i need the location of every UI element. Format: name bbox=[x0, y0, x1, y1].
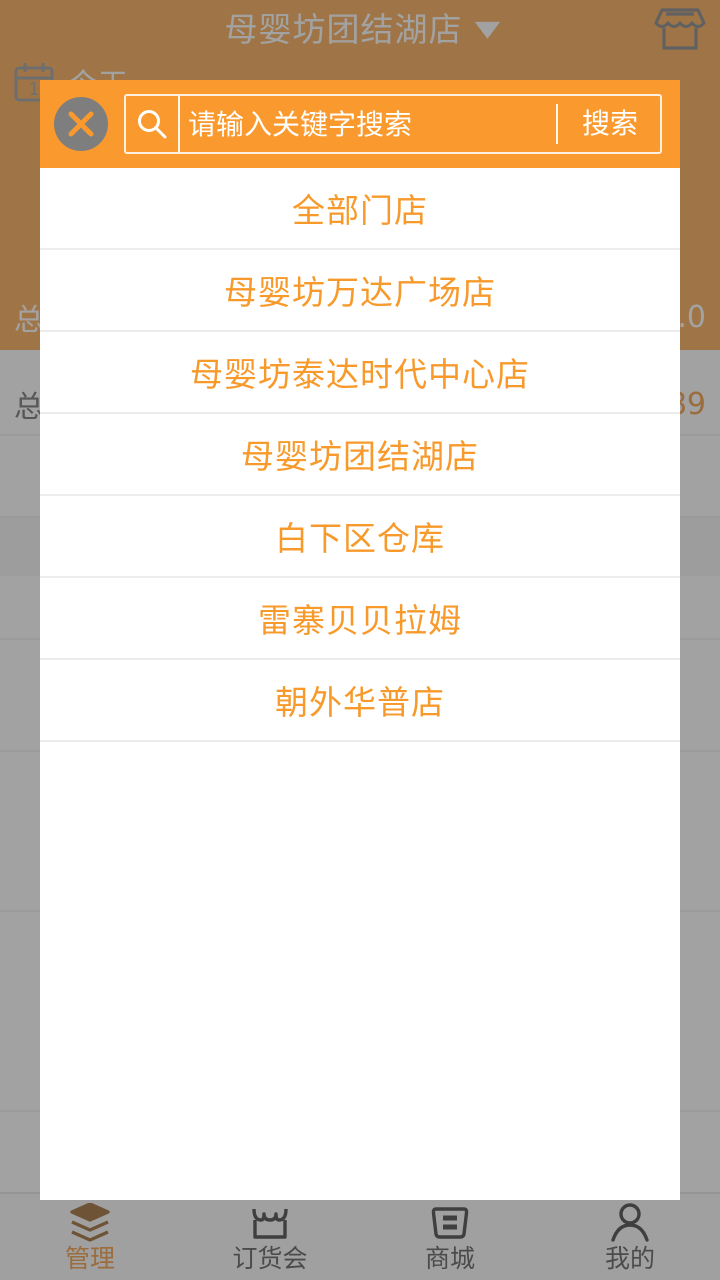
app-root: 母婴坊团结湖店 ▼ 1 bbox=[0, 0, 720, 1280]
search-icon bbox=[126, 107, 178, 141]
list-item[interactable]: 全部门店 bbox=[40, 168, 680, 250]
list-item[interactable]: 母婴坊泰达时代中心店 bbox=[40, 332, 680, 414]
close-icon[interactable] bbox=[54, 97, 108, 151]
list-item[interactable]: 白下区仓库 bbox=[40, 496, 680, 578]
store-list: 全部门店 母婴坊万达广场店 母婴坊泰达时代中心店 母婴坊团结湖店 白下区仓库 雷… bbox=[40, 168, 680, 1200]
list-item[interactable]: 母婴坊万达广场店 bbox=[40, 250, 680, 332]
search-bar: 搜索 bbox=[124, 94, 662, 154]
store-picker-modal: 搜索 全部门店 母婴坊万达广场店 母婴坊泰达时代中心店 母婴坊团结湖店 白下区仓… bbox=[40, 80, 680, 1200]
list-item[interactable]: 雷寨贝贝拉姆 bbox=[40, 578, 680, 660]
list-item[interactable]: 朝外华普店 bbox=[40, 660, 680, 742]
store-picker-header: 搜索 bbox=[40, 80, 680, 168]
list-item[interactable]: 母婴坊团结湖店 bbox=[40, 414, 680, 496]
search-input[interactable] bbox=[178, 96, 556, 152]
search-button[interactable]: 搜索 bbox=[555, 104, 660, 144]
